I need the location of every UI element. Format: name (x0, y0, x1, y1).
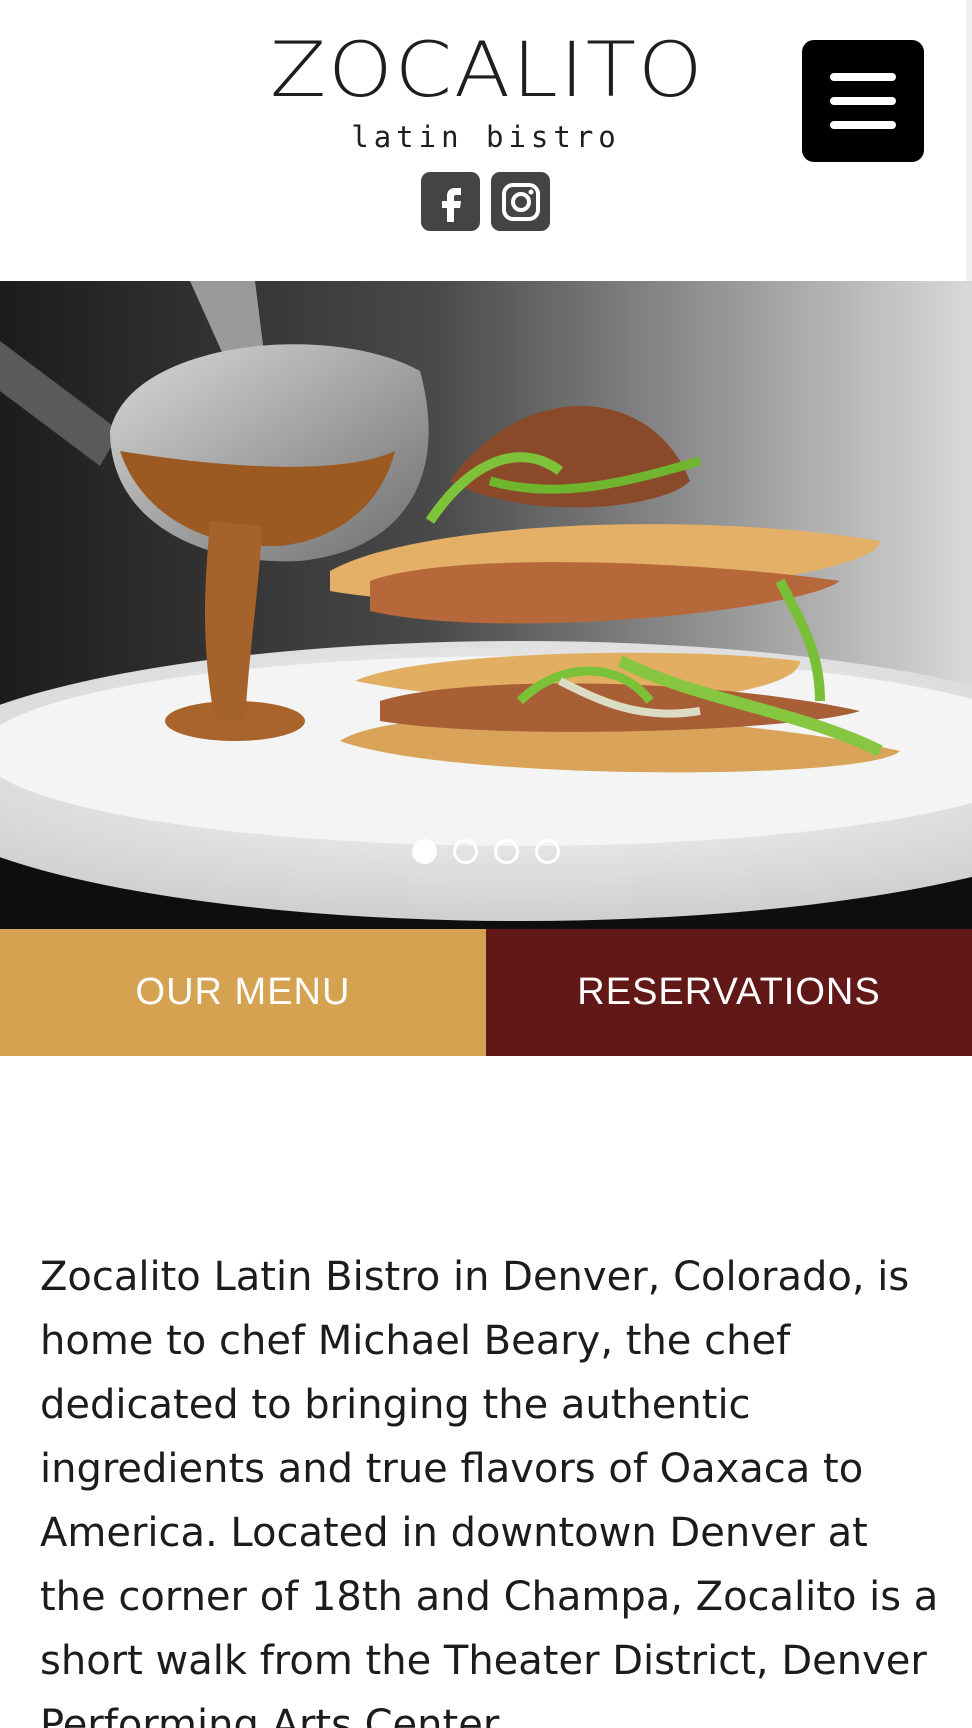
hamburger-icon-line (830, 97, 896, 105)
hamburger-menu-button[interactable] (802, 40, 924, 162)
facebook-button[interactable] (421, 172, 480, 231)
reservations-button[interactable]: RESERVATIONS (486, 929, 972, 1056)
intro-text: Zocalito Latin Bistro in Denver, Colorad… (40, 1254, 939, 1728)
facebook-icon (441, 187, 461, 222)
logo-title: ZOCALITO (270, 26, 705, 115)
hero-slider (0, 281, 972, 929)
site-header: ZOCALITO latin bistro (0, 0, 972, 281)
social-links (421, 172, 550, 231)
slide-dot-1[interactable] (412, 839, 437, 864)
our-menu-button[interactable]: OUR MENU (0, 929, 486, 1056)
logo-subtitle: latin bistro (351, 120, 621, 154)
hamburger-icon-line (830, 121, 896, 129)
scrollbar-edge (966, 0, 972, 281)
slide-dot-4[interactable] (535, 839, 560, 864)
slide-dot-2[interactable] (453, 839, 478, 864)
slide-dot-3[interactable] (494, 839, 519, 864)
hero-image (0, 281, 972, 929)
slider-dots (412, 839, 560, 864)
hamburger-icon (830, 73, 896, 81)
page: ZOCALITO latin bistro OUR MENU RESERVATI… (0, 0, 972, 1728)
instagram-icon (501, 182, 540, 221)
logo[interactable]: ZOCALITO latin bistro (270, 26, 705, 154)
instagram-button[interactable] (491, 172, 550, 231)
